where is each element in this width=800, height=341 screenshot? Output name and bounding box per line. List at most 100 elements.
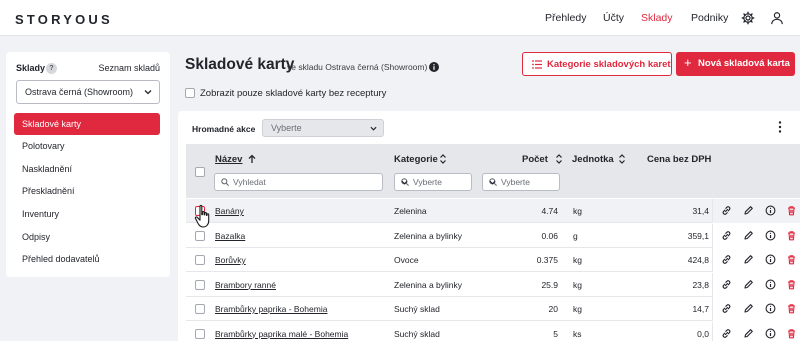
table-row[interactable]: Borůvky Ovoce 0.375 kg 424,8 xyxy=(186,248,800,272)
pencil-icon[interactable] xyxy=(743,303,754,314)
sort-icon[interactable] xyxy=(555,154,563,164)
info-icon[interactable] xyxy=(429,62,439,72)
gear-icon[interactable] xyxy=(741,11,755,25)
column-header-price[interactable]: Cena bez DPH xyxy=(647,154,711,165)
filter-no-recipe-label[interactable]: Zobrazit pouze skladové karty bez recept… xyxy=(200,88,386,99)
arrow-up-icon[interactable] xyxy=(248,154,256,164)
new-card-button[interactable]: + Nová skladová karta xyxy=(676,52,795,76)
pencil-icon[interactable] xyxy=(743,328,754,339)
more-options-icon[interactable] xyxy=(778,121,782,133)
cell-name[interactable]: Brambory ranné xyxy=(215,280,276,290)
cell-name[interactable]: Banány xyxy=(215,206,244,216)
categories-button[interactable]: Kategorie skladových karet xyxy=(522,52,672,76)
chevron-down-icon xyxy=(401,180,408,185)
cell-name[interactable]: Brambůrky paprika malé - Bohemia xyxy=(215,329,348,339)
warehouse-list-link[interactable]: Seznam skladů xyxy=(98,63,160,73)
cell-category: Zelenina a bylinky xyxy=(394,230,463,241)
cell-unit: kg xyxy=(573,206,582,216)
nav-item-prehledy[interactable]: Přehledy xyxy=(545,12,586,24)
pencil-icon[interactable] xyxy=(743,279,754,290)
row-checkbox[interactable] xyxy=(195,279,205,290)
cell-price: 31,4 xyxy=(692,206,709,216)
column-header-name[interactable]: Název xyxy=(215,154,242,165)
bulk-actions-placeholder: Vyberte xyxy=(271,123,302,133)
pencil-icon[interactable] xyxy=(743,230,754,241)
pencil-icon[interactable] xyxy=(743,205,754,216)
cell-count: 20 xyxy=(548,304,558,314)
sidebar-item-odpisy[interactable]: Odpisy xyxy=(14,226,160,248)
link-icon[interactable] xyxy=(721,254,732,265)
unit-filter-placeholder: Vyberte xyxy=(501,177,530,187)
help-icon[interactable]: ? xyxy=(46,63,57,74)
sidebar-item-naskladneni[interactable]: Naskladnění xyxy=(14,158,160,180)
table-row[interactable]: Banány Zelenina 4.74 kg 31,4 xyxy=(186,199,800,223)
cell-unit: ks xyxy=(573,328,582,339)
nav-item-sklady[interactable]: Sklady xyxy=(641,12,673,24)
cell-category: Zelenina xyxy=(394,206,427,216)
trash-icon[interactable] xyxy=(786,328,797,339)
nav-item-podniky[interactable]: Podniky xyxy=(691,12,728,24)
row-checkbox[interactable] xyxy=(195,304,205,314)
user-icon[interactable] xyxy=(770,11,784,25)
trash-icon[interactable] xyxy=(786,254,797,265)
table-row[interactable]: Bazalka Zelenina a bylinky 0.06 g 359,1 xyxy=(186,223,800,248)
sidebar-item-prehled-dodavatelu[interactable]: Přehled dodavatelů xyxy=(14,248,160,270)
select-all-checkbox[interactable] xyxy=(195,167,205,177)
info-icon[interactable] xyxy=(765,279,776,290)
sidebar-item-inventury[interactable]: Inventury xyxy=(14,203,160,225)
table-row[interactable]: Brambory ranné Zelenina a bylinky 25.9 kg 23… xyxy=(186,272,800,297)
table-row[interactable]: Brambůrky paprika - Bohemia Suchý sklad 20… xyxy=(186,297,800,321)
info-icon[interactable] xyxy=(765,303,776,314)
row-actions xyxy=(712,199,800,223)
column-header-count[interactable]: Počet xyxy=(522,154,548,165)
link-icon[interactable] xyxy=(721,205,732,216)
sidebar-item-skladove-karty[interactable]: Skladové karty xyxy=(14,113,160,135)
table-row[interactable]: Brambůrky paprika malé - Bohemia Suchý sk… xyxy=(186,321,800,341)
cell-unit: kg xyxy=(573,279,582,290)
row-checkbox[interactable] xyxy=(195,230,205,241)
link-icon[interactable] xyxy=(721,279,732,290)
info-icon[interactable] xyxy=(765,230,776,241)
info-icon[interactable] xyxy=(765,328,776,339)
chevron-down-icon xyxy=(489,180,496,185)
sort-icon[interactable] xyxy=(618,154,626,164)
cell-name[interactable]: Brambůrky paprika - Bohemia xyxy=(215,304,327,314)
bulk-actions-select[interactable]: Vyberte xyxy=(262,119,384,137)
nav-item-ucty[interactable]: Účty xyxy=(603,12,624,24)
trash-icon[interactable] xyxy=(786,205,797,216)
trash-icon[interactable] xyxy=(786,279,797,290)
filter-no-recipe-checkbox[interactable] xyxy=(185,88,195,98)
cell-price: 0,0 xyxy=(697,328,709,339)
category-filter-placeholder: Vyberte xyxy=(413,177,442,187)
pencil-icon[interactable] xyxy=(743,254,754,265)
cell-count: 5 xyxy=(553,328,558,339)
link-icon[interactable] xyxy=(721,303,732,314)
cell-category: Ovoce xyxy=(394,255,419,265)
trash-icon[interactable] xyxy=(786,230,797,241)
category-filter-select[interactable]: Vyberte xyxy=(394,173,472,191)
row-checkbox[interactable] xyxy=(195,328,205,339)
unit-filter-select[interactable]: Vyberte xyxy=(482,173,560,191)
sidebar-item-preskladneni[interactable]: Přeskladnění xyxy=(14,180,160,202)
row-actions xyxy=(712,272,800,297)
warehouse-select[interactable]: Ostrava černá (Showroom) xyxy=(16,80,160,104)
cell-price: 359,1 xyxy=(687,230,709,241)
column-header-category[interactable]: Kategorie xyxy=(394,154,438,165)
cell-name[interactable]: Borůvky xyxy=(215,255,246,265)
link-icon[interactable] xyxy=(721,328,732,339)
column-header-unit[interactable]: Jednotka xyxy=(572,154,614,165)
trash-icon[interactable] xyxy=(786,303,797,314)
info-icon[interactable] xyxy=(765,254,776,265)
name-search-input[interactable]: Vyhledat xyxy=(214,173,383,191)
sidebar-item-polotovary[interactable]: Polotovary xyxy=(14,135,160,157)
sort-icon[interactable] xyxy=(439,154,447,164)
page-subtitle: ve skladu Ostrava černá (Showroom) xyxy=(287,62,428,72)
cell-name[interactable]: Bazalka xyxy=(215,231,245,241)
cell-unit: kg xyxy=(573,255,582,265)
cell-unit: kg xyxy=(573,304,582,314)
info-icon[interactable] xyxy=(765,205,776,216)
row-actions xyxy=(712,297,800,321)
row-checkbox[interactable] xyxy=(195,255,205,265)
link-icon[interactable] xyxy=(721,230,732,241)
storyous-logo[interactable]: STORYOUS xyxy=(15,12,113,27)
